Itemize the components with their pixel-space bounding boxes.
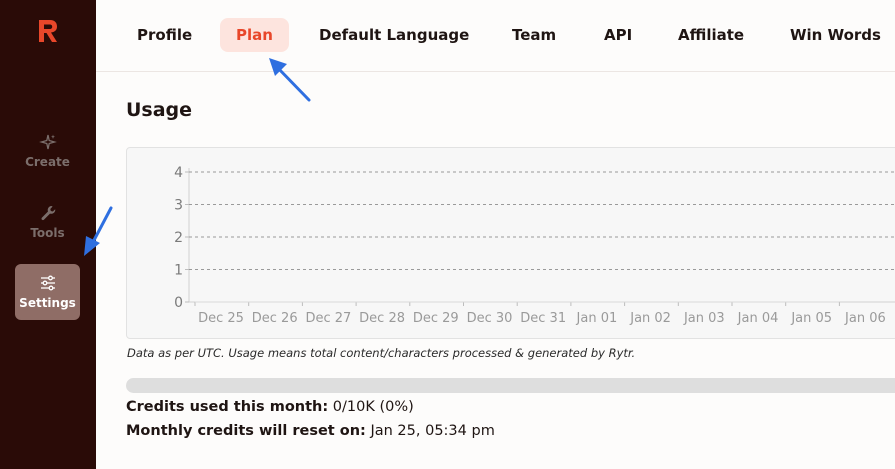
credits-reset-value: Jan 25, 05:34 pm xyxy=(370,423,495,439)
x-tick-label: Jan 01 xyxy=(576,311,618,326)
sidebar-item-label: Create xyxy=(25,155,70,169)
sidebar-item-label: Tools xyxy=(30,226,65,240)
x-tick-label: Jan 02 xyxy=(629,311,671,326)
annotation-arrow-icon xyxy=(269,58,311,102)
tab-win-words[interactable]: Win Words xyxy=(774,18,895,52)
x-tick-label: Jan 05 xyxy=(790,311,832,326)
sliders-icon xyxy=(40,275,55,291)
sparkles-icon xyxy=(38,134,57,150)
annotation-arrow-icon xyxy=(84,206,113,256)
x-tick-label: Dec 26 xyxy=(252,311,298,326)
x-tick-label: Dec 28 xyxy=(359,311,405,326)
tab-plan[interactable]: Plan xyxy=(220,18,289,52)
tab-team[interactable]: Team xyxy=(496,18,572,52)
wrench-icon xyxy=(40,206,55,221)
tab-default-language[interactable]: Default Language xyxy=(303,18,485,52)
credits-used-value: 0/10K (0%) xyxy=(332,399,414,415)
usage-chart-svg: 0 1 2 3 4 Dec 25 Dec 26 Dec 27 Dec 28 Dec 29 Dec 3… xyxy=(174,165,895,326)
x-tick-label: Dec 25 xyxy=(198,311,244,326)
usage-chart: 0 1 2 3 4 Dec 25 Dec 26 Dec 27 Dec 28 Dec 29 Dec 3… xyxy=(126,147,895,339)
rytr-logo-icon[interactable] xyxy=(36,18,60,44)
page-title: Usage xyxy=(126,99,193,121)
x-tick-label: Jan 06 xyxy=(844,311,886,326)
credits-reset-label: Monthly credits will reset on: xyxy=(126,423,366,439)
y-tick-label: 2 xyxy=(174,230,183,246)
tab-affiliate[interactable]: Affiliate xyxy=(662,18,760,52)
x-tick-label: Dec 27 xyxy=(305,311,351,326)
x-tick-label: Dec 29 xyxy=(413,311,459,326)
tab-api[interactable]: API xyxy=(588,18,648,52)
x-tick-label: Dec 31 xyxy=(520,311,566,326)
sidebar-item-tools[interactable]: Tools xyxy=(15,194,80,250)
sidebar-item-create[interactable]: Create xyxy=(15,123,80,179)
y-tick-label: 1 xyxy=(174,263,183,279)
credits-progress-bar xyxy=(126,378,895,393)
sidebar-item-settings[interactable]: Settings xyxy=(15,264,80,320)
usage-note: Data as per UTC. Usage means total conte… xyxy=(127,346,636,360)
credits-used-label: Credits used this month: xyxy=(126,399,329,415)
y-tick-label: 3 xyxy=(174,198,183,214)
credits-used-line: Credits used this month: 0/10K (0%) xyxy=(126,399,414,415)
tab-profile[interactable]: Profile xyxy=(121,18,208,52)
y-tick-label: 0 xyxy=(174,295,183,311)
x-tick-label: Dec 30 xyxy=(467,311,513,326)
y-tick-label: 4 xyxy=(174,165,183,181)
sidebar-item-label: Settings xyxy=(19,296,76,310)
credits-reset-line: Monthly credits will reset on: Jan 25, 0… xyxy=(126,423,495,439)
x-tick-label: Jan 04 xyxy=(737,311,779,326)
x-tick-label: Jan 03 xyxy=(683,311,725,326)
